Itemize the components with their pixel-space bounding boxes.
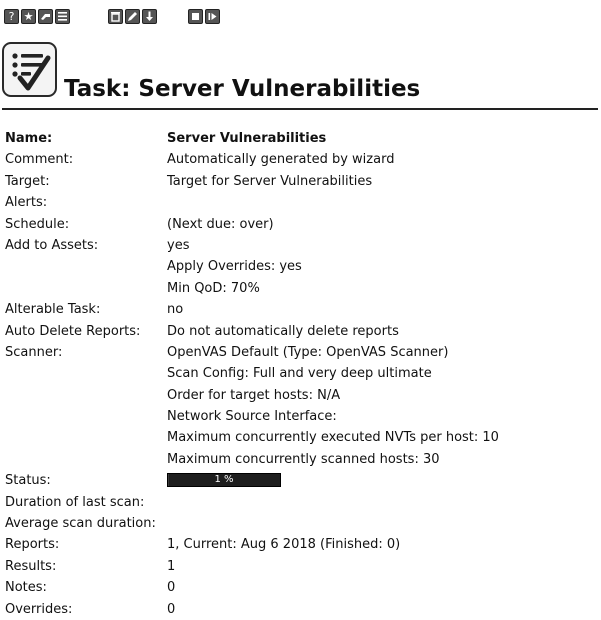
detail-row-add-assets: Add to Assets: yes [5, 235, 595, 256]
schedule-label: Schedule: [5, 216, 70, 232]
star-icon[interactable]: ★ [21, 9, 36, 24]
detail-row-auto-delete: Auto Delete Reports: Do not automaticall… [5, 321, 595, 342]
order-hosts-value: Order for target hosts: N/A [167, 387, 341, 403]
help-icon[interactable]: ? [4, 9, 19, 24]
schedule-value: (Next due: over) [167, 216, 274, 232]
list-icon[interactable] [55, 9, 70, 24]
detail-row-status: Status: 1 % [5, 470, 595, 491]
target-label: Target: [5, 173, 50, 189]
min-qod-value: Min QoD: 70% [167, 280, 260, 296]
download-icon[interactable] [142, 9, 157, 24]
target-link[interactable]: Target for Server Vulnerabilities [167, 171, 372, 192]
detail-row-name: Name: Server Vulnerabilities [5, 128, 595, 149]
apply-overrides-value: Apply Overrides: yes [167, 259, 302, 275]
task-wizard-icon[interactable] [38, 9, 53, 24]
alerts-label: Alerts: [5, 195, 48, 211]
detail-row-results: Results: 1 [5, 556, 595, 577]
detail-row-network-source: Network Source Interface: [5, 406, 595, 427]
max-nvts-value: Maximum concurrently executed NVTs per h… [167, 430, 499, 446]
detail-row-scanner: Scanner: OpenVAS Default (Type: OpenVAS … [5, 342, 595, 363]
page-title: Task: Server Vulnerabilities [64, 76, 421, 102]
detail-row-duration: Duration of last scan: [5, 492, 595, 513]
network-source-value: Network Source Interface: [167, 409, 337, 425]
detail-row-schedule: Schedule: (Next due: over) [5, 214, 595, 235]
auto-delete-label: Auto Delete Reports: [5, 323, 141, 339]
alterable-label: Alterable Task: [5, 302, 101, 318]
max-hosts-value: Maximum concurrently scanned hosts: 30 [167, 451, 440, 467]
add-assets-value: yes [167, 237, 190, 253]
avg-duration-label: Average scan duration: [5, 516, 156, 532]
task-details: Name: Server Vulnerabilities Comment: Au… [5, 128, 595, 620]
auto-delete-value: Do not automatically delete reports [167, 323, 399, 339]
toolbar: ? ★ [4, 9, 244, 25]
detail-row-comment: Comment: Automatically generated by wiza… [5, 149, 595, 170]
detail-row-max-hosts: Maximum concurrently scanned hosts: 30 [5, 449, 595, 470]
header-divider [2, 108, 598, 110]
add-assets-label: Add to Assets: [5, 237, 99, 253]
detail-row-reports: Reports: 1, Current: Aug 6 2018 (Finishe… [5, 534, 595, 555]
name-value: Server Vulnerabilities [167, 131, 327, 146]
scanner-label: Scanner: [5, 344, 63, 360]
progress-text: 1 % [214, 474, 234, 486]
detail-row-alerts: Alerts: [5, 192, 595, 213]
scan-config-link[interactable]: Scan Config: Full and very deep ultimate [167, 363, 432, 384]
trashcan-icon[interactable] [108, 9, 123, 24]
task-checklist-icon [2, 42, 57, 97]
detail-row-alterable: Alterable Task: no [5, 299, 595, 320]
detail-row-notes: Notes: 0 [5, 577, 595, 598]
reports-label: Reports: [5, 537, 60, 553]
detail-row-max-nvts: Maximum concurrently executed NVTs per h… [5, 427, 595, 448]
reports-link[interactable]: 1, Current: Aug 6 2018 (Finished: 0) [167, 534, 400, 555]
notes-label: Notes: [5, 580, 47, 596]
comment-value: Automatically generated by wizard [167, 152, 395, 168]
edit-icon[interactable] [125, 9, 140, 24]
stop-icon[interactable] [188, 9, 203, 24]
resume-icon[interactable] [205, 9, 220, 24]
detail-row-order-hosts: Order for target hosts: N/A [5, 385, 595, 406]
page-header: Task: Server Vulnerabilities [2, 42, 598, 110]
duration-label: Duration of last scan: [5, 494, 145, 510]
detail-row-apply-overrides: Apply Overrides: yes [5, 256, 595, 277]
detail-row-target: Target: Target for Server Vulnerabilitie… [5, 171, 595, 192]
alterable-value: no [167, 302, 184, 318]
notes-link[interactable]: 0 [167, 577, 175, 598]
overrides-label: Overrides: [5, 601, 73, 617]
detail-row-min-qod: Min QoD: 70% [5, 278, 595, 299]
status-progress-bar[interactable]: 1 % [167, 473, 281, 488]
name-label: Name: [5, 131, 53, 146]
comment-label: Comment: [5, 152, 74, 168]
results-link[interactable]: 1 [167, 556, 175, 577]
results-label: Results: [5, 558, 57, 574]
detail-row-avg-duration: Average scan duration: [5, 513, 595, 534]
status-label: Status: [5, 473, 51, 489]
overrides-link[interactable]: 0 [167, 599, 175, 620]
detail-row-overrides: Overrides: 0 [5, 599, 595, 620]
detail-row-scan-config: Scan Config: Full and very deep ultimate [5, 363, 595, 384]
scanner-value: OpenVAS Default (Type: OpenVAS Scanner) [167, 344, 449, 360]
